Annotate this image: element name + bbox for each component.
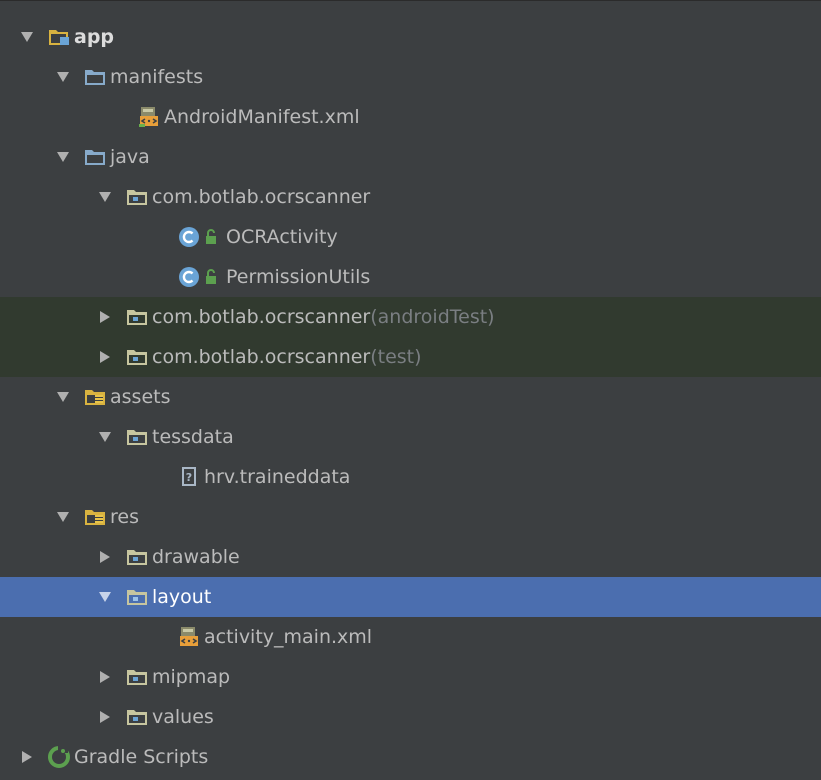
tree-row-label: values — [152, 706, 214, 729]
tree-row-label: assets — [110, 386, 171, 409]
expand-arrow-right-icon[interactable] — [96, 668, 114, 686]
package-icon — [126, 586, 148, 608]
lock-open-icon — [204, 268, 218, 286]
expand-arrow-down-icon[interactable] — [54, 68, 72, 86]
tree-row-ocractivity[interactable]: OCRActivity — [0, 217, 821, 257]
tree-row-res[interactable]: res — [0, 497, 821, 537]
expand-arrow-down-icon[interactable] — [18, 28, 36, 46]
package-icon — [126, 666, 148, 688]
tree-row-package-main[interactable]: com.botlab.ocrscanner — [0, 177, 821, 217]
tree-row-drawable[interactable]: drawable — [0, 537, 821, 577]
manifest-file-icon — [138, 106, 160, 128]
tree-row-layout[interactable]: layout — [0, 577, 821, 618]
expand-arrow-down-icon[interactable] — [54, 508, 72, 526]
class-icon — [178, 226, 200, 248]
source-folder-icon — [84, 146, 106, 168]
expand-arrow-right-icon[interactable] — [96, 708, 114, 726]
tree-row-assets[interactable]: assets — [0, 377, 821, 417]
package-icon — [126, 186, 148, 208]
package-icon — [126, 346, 148, 368]
svg-text:?: ? — [186, 471, 192, 484]
tree-row-label: java — [110, 146, 150, 169]
tree-row-label: mipmap — [152, 666, 231, 689]
tree-row-label: com.botlab.ocrscanner — [152, 186, 371, 209]
tree-row-activity-main[interactable]: activity_main.xml — [0, 617, 821, 657]
tree-row-suffix: (test) — [370, 346, 422, 369]
tree-row-app[interactable]: app — [0, 17, 821, 57]
expand-arrow-right-icon[interactable] — [96, 348, 114, 366]
tree-row-java[interactable]: java — [0, 137, 821, 177]
tree-row-package-test[interactable]: com.botlab.ocrscanner (test) — [0, 337, 821, 378]
tree-row-label: Gradle Scripts — [74, 746, 209, 769]
expand-arrow-down-icon[interactable] — [96, 588, 114, 606]
expand-arrow-down-icon[interactable] — [54, 388, 72, 406]
expand-arrow-down-icon[interactable] — [96, 188, 114, 206]
tree-row-label: res — [110, 506, 139, 529]
tree-row-package-androidtest[interactable]: com.botlab.ocrscanner (androidTest) — [0, 297, 821, 338]
tree-row-label: activity_main.xml — [204, 626, 373, 649]
tree-row-suffix: (androidTest) — [370, 306, 495, 329]
tree-row-mipmap[interactable]: mipmap — [0, 657, 821, 697]
package-icon — [126, 706, 148, 728]
module-folder-icon — [48, 26, 70, 48]
tree-row-label: com.botlab.ocrscanner — [152, 346, 371, 369]
tree-row-hrv-traineddata[interactable]: ? hrv.traineddata — [0, 457, 821, 497]
folder-icon — [84, 66, 106, 88]
tree-row-label: app — [74, 26, 115, 49]
expand-arrow-down-icon[interactable] — [54, 148, 72, 166]
tree-row-tessdata[interactable]: tessdata — [0, 417, 821, 457]
resource-folder-icon — [84, 386, 106, 408]
tree-row-label: hrv.traineddata — [204, 466, 351, 489]
expand-arrow-right-icon[interactable] — [96, 308, 114, 326]
class-icon — [178, 266, 200, 288]
tree-row-label: drawable — [152, 546, 240, 569]
tree-row-androidmanifest[interactable]: AndroidManifest.xml — [0, 97, 821, 137]
tree-row-values[interactable]: values — [0, 697, 821, 737]
tree-row-label: PermissionUtils — [226, 266, 371, 289]
tree-row-manifests[interactable]: manifests — [0, 57, 821, 97]
package-icon — [126, 546, 148, 568]
tree-row-gradle-scripts[interactable]: Gradle Scripts — [0, 737, 821, 777]
tree-row-label: com.botlab.ocrscanner — [152, 306, 371, 329]
package-icon — [126, 306, 148, 328]
tree-row-label: tessdata — [152, 426, 234, 449]
unknown-file-icon: ? — [178, 466, 200, 488]
tree-row-label: layout — [152, 586, 212, 609]
xml-file-icon — [178, 626, 200, 648]
expand-arrow-right-icon[interactable] — [96, 548, 114, 566]
gradle-icon — [48, 746, 70, 769]
lock-open-icon — [204, 228, 218, 246]
project-tree: app manifests AndroidManifest.xml java c… — [0, 0, 821, 780]
tree-row-permissionutils[interactable]: PermissionUtils — [0, 257, 821, 297]
package-icon — [126, 426, 148, 448]
tree-row-label: manifests — [110, 66, 204, 89]
resource-folder-icon — [84, 506, 106, 528]
tree-row-label: AndroidManifest.xml — [164, 106, 360, 129]
tree-row-label: OCRActivity — [226, 226, 338, 249]
expand-arrow-down-icon[interactable] — [96, 428, 114, 446]
expand-arrow-right-icon[interactable] — [18, 748, 36, 766]
